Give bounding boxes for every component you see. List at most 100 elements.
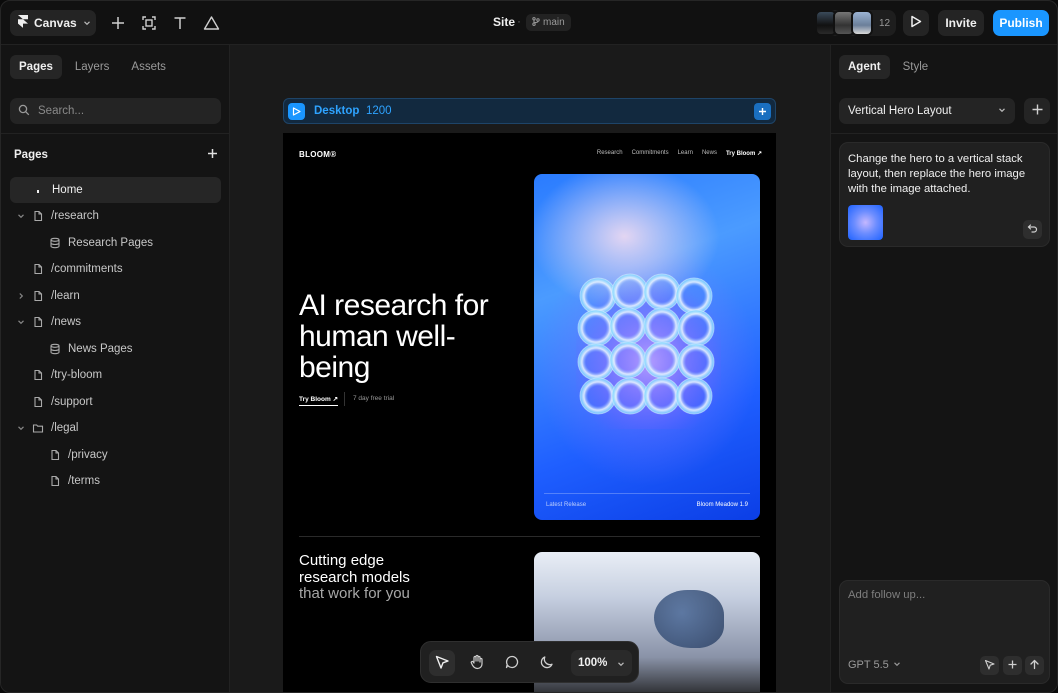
tab-assets[interactable]: Assets xyxy=(122,55,175,79)
select-tool-button[interactable] xyxy=(429,650,455,676)
page-label: /learn xyxy=(51,290,80,302)
chevron-right-icon[interactable] xyxy=(16,291,26,301)
hero-title[interactable]: AI research for human well-being xyxy=(299,290,519,383)
search-input[interactable] xyxy=(38,105,208,117)
layout-select[interactable]: Vertical Hero Layout xyxy=(839,98,1015,124)
theme-toggle-button[interactable] xyxy=(534,650,560,676)
chevron-down-icon[interactable] xyxy=(16,211,26,221)
left-tabs: Pages Layers Assets xyxy=(10,55,175,79)
undo-button[interactable] xyxy=(1023,220,1042,239)
page-label: /news xyxy=(51,316,82,328)
divider xyxy=(1,133,230,134)
comment-tool-button[interactable] xyxy=(499,650,525,676)
branch-icon xyxy=(532,16,540,29)
page-item-try-bloom[interactable]: /try-bloom xyxy=(10,362,221,388)
chevron-down-icon[interactable] xyxy=(16,317,26,327)
branch-badge[interactable]: main xyxy=(526,14,571,31)
add-breakpoint-button[interactable] xyxy=(754,103,771,120)
hero-image-card[interactable]: Latest Release Bloom Meadow 1.9 xyxy=(534,174,760,520)
frame-tool-icon[interactable] xyxy=(138,12,160,34)
section-title[interactable]: Cutting edge research models that work f… xyxy=(299,552,519,603)
comment-icon xyxy=(504,654,520,673)
page-item-research[interactable]: /research xyxy=(10,203,221,229)
page-item-commitments[interactable]: /commitments xyxy=(10,256,221,282)
plus-icon xyxy=(758,105,767,119)
insert-plus-icon[interactable] xyxy=(107,12,129,34)
page-item-home[interactable]: Home xyxy=(10,177,221,203)
page-item-terms[interactable]: /terms xyxy=(10,468,221,494)
collaborator-count: 12 xyxy=(879,17,891,29)
add-page-button[interactable] xyxy=(204,147,220,163)
nav-link-news[interactable]: News xyxy=(702,150,717,157)
page-item-legal[interactable]: /legal xyxy=(10,415,221,441)
page-item-learn[interactable]: /learn xyxy=(10,283,221,309)
collaborators[interactable]: 12 xyxy=(815,10,897,36)
tab-style[interactable]: Style xyxy=(894,55,938,79)
site-title[interactable]: Site xyxy=(493,15,515,29)
send-button[interactable] xyxy=(1025,656,1044,675)
site-logo[interactable]: BLOOM® xyxy=(299,150,336,159)
search-field[interactable] xyxy=(10,98,221,124)
arrow-up-icon xyxy=(1029,659,1040,673)
pages-section-title: Pages xyxy=(14,149,48,161)
page-icon xyxy=(32,290,44,302)
nav-link-commitments[interactable]: Commitments xyxy=(632,150,669,157)
page-icon xyxy=(32,316,44,328)
hand-icon xyxy=(469,654,485,673)
cursor-icon xyxy=(984,659,995,673)
page-icon xyxy=(49,475,61,487)
nav-link-research[interactable]: Research xyxy=(597,150,623,157)
zoom-select[interactable]: 100% xyxy=(571,650,632,676)
canvas-menu-button[interactable]: Canvas xyxy=(10,10,96,36)
page-item-news-pages[interactable]: News Pages xyxy=(10,336,221,362)
hero-trial-text[interactable]: 7 day free trial xyxy=(353,395,394,402)
page-icon xyxy=(32,263,44,275)
invite-button[interactable]: Invite xyxy=(938,10,984,36)
publish-button[interactable]: Publish xyxy=(993,10,1049,36)
page-item-privacy[interactable]: /privacy xyxy=(10,442,221,468)
page-label: /support xyxy=(51,396,93,408)
plus-icon xyxy=(1007,659,1018,673)
database-icon xyxy=(49,237,61,249)
page-label: Home xyxy=(52,184,83,196)
page-label: News Pages xyxy=(68,343,133,355)
tab-pages[interactable]: Pages xyxy=(10,55,62,79)
breakpoint-icon xyxy=(288,103,305,120)
pick-element-button[interactable] xyxy=(980,656,999,675)
page-label: /legal xyxy=(51,422,79,434)
model-select[interactable]: GPT 5.5 xyxy=(848,659,901,671)
follow-up-input[interactable] xyxy=(848,589,1043,639)
chevron-down-icon xyxy=(83,16,91,30)
frame-header[interactable]: Desktop 1200 xyxy=(283,98,776,124)
page-label: /terms xyxy=(68,475,100,487)
chevron-down-icon[interactable] xyxy=(16,423,26,433)
shape-triangle-icon[interactable] xyxy=(200,12,222,34)
hand-tool-button[interactable] xyxy=(464,650,490,676)
attached-image-thumbnail[interactable] xyxy=(848,205,883,240)
nav-link-try-bloom[interactable]: Try Bloom ↗ xyxy=(726,150,762,157)
follow-up-composer: GPT 5.5 xyxy=(839,580,1050,684)
card-caption-left: Latest Release xyxy=(546,502,587,508)
preview-button[interactable] xyxy=(903,10,929,36)
tab-agent[interactable]: Agent xyxy=(839,55,890,79)
new-chat-button[interactable] xyxy=(1024,98,1050,124)
section-title-line: that work for you xyxy=(299,585,410,602)
top-bar: Canvas Site · main 12 Invite Publish xyxy=(1,1,1057,45)
canvas[interactable]: Desktop 1200 BLOOM® Research Commitments… xyxy=(230,45,830,692)
hero-cta-link[interactable]: Try Bloom ↗ xyxy=(299,395,339,406)
text-tool-icon[interactable] xyxy=(169,12,191,34)
app-window: Canvas Site · main 12 Invite Publish Pag… xyxy=(0,0,1058,693)
site-preview-frame[interactable]: BLOOM® Research Commitments Learn News T… xyxy=(283,133,776,692)
page-icon xyxy=(32,396,44,408)
card-divider xyxy=(544,493,750,494)
home-dot-icon xyxy=(32,183,44,198)
page-item-support[interactable]: /support xyxy=(10,389,221,415)
nav-link-learn[interactable]: Learn xyxy=(678,150,693,157)
page-item-news[interactable]: /news xyxy=(10,309,221,335)
user-message: Change the hero to a vertical stack layo… xyxy=(839,142,1050,247)
chevron-down-icon xyxy=(617,659,625,671)
page-item-research-pages[interactable]: Research Pages xyxy=(10,230,221,256)
tab-layers[interactable]: Layers xyxy=(66,55,119,79)
avatar xyxy=(851,10,873,36)
attach-button[interactable] xyxy=(1003,656,1022,675)
